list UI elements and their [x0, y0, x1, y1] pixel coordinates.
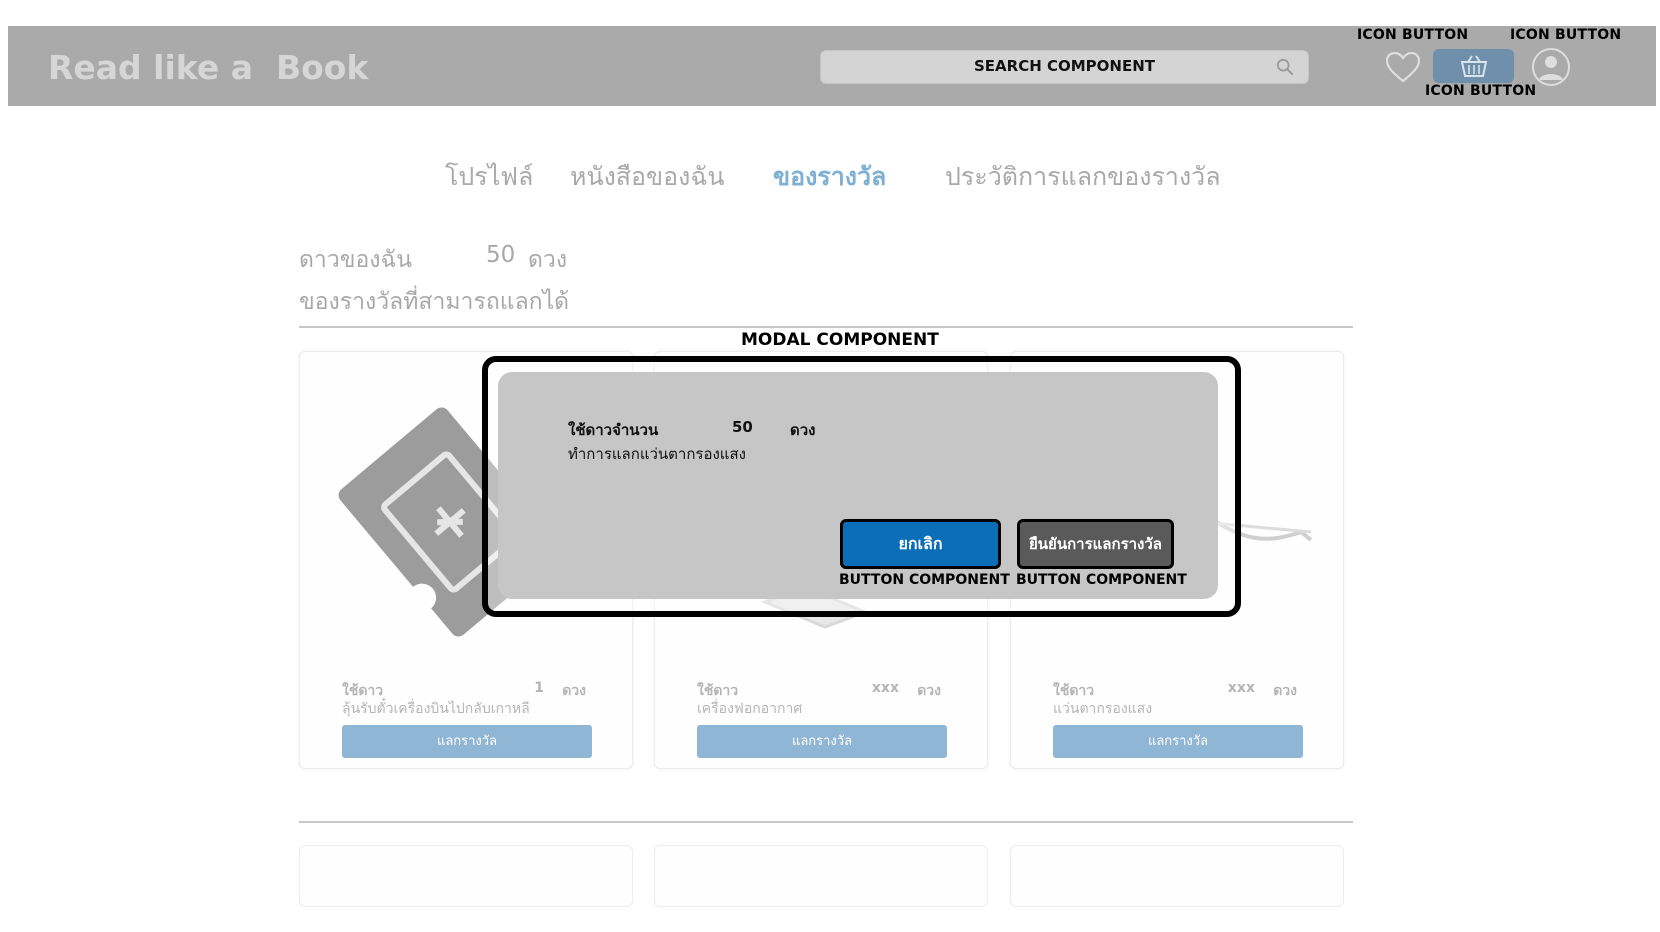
section-divider [299, 821, 1353, 823]
tab-rewards[interactable]: ของรางวัล [773, 157, 886, 197]
card-reward-name: แว่นตากรองแสง [1053, 701, 1153, 717]
card-star-unit: ดวง [562, 683, 586, 699]
page-frame: Read like a Book SEARCH COMPONENT ICON B… [8, 26, 1656, 916]
icon-button-annotation-right: ICON BUTTON [1510, 27, 1622, 43]
modal-use-label: ใช้ดาวจำนวน [568, 421, 659, 439]
icon-button-annotation-left: ICON BUTTON [1357, 27, 1469, 43]
my-stars-unit: ดวง [528, 247, 568, 273]
redeem-button[interactable]: แลกรางวัล [342, 725, 592, 758]
redeem-button[interactable]: แลกรางวัล [1053, 725, 1303, 758]
tab-redeem-history[interactable]: ประวัติการแลกของรางวัล [945, 157, 1221, 197]
section-divider [299, 326, 1353, 328]
card-star-unit: ดวง [917, 683, 941, 699]
reward-card [299, 845, 633, 907]
redeem-button[interactable]: แลกรางวัล [697, 725, 947, 758]
icon-button-annotation-center: ICON BUTTON [1425, 83, 1537, 99]
my-stars-count: 50 [486, 242, 516, 268]
card-star-qty: xxx [871, 680, 899, 696]
search-icon[interactable] [1276, 58, 1294, 76]
brand-logo[interactable]: Read like a Book [48, 48, 368, 87]
user-icon[interactable] [1531, 47, 1571, 87]
cancel-button[interactable]: ยกเลิก [840, 519, 1001, 569]
heart-icon[interactable] [1384, 50, 1422, 84]
button-annotation-cancel: BUTTON COMPONENT [839, 572, 1010, 588]
basket-button[interactable] [1433, 49, 1514, 83]
modal-star-unit: ดวง [790, 421, 816, 439]
modal-description: ทำการแลกแว่นตากรองแสง [568, 445, 746, 463]
basket-icon [1460, 55, 1488, 77]
card-star-unit: ดวง [1273, 683, 1297, 699]
tab-profile[interactable]: โปรไฟล์ [445, 157, 533, 197]
rewards-section-title: ของรางวัลที่สามารถแลกได้ [299, 289, 570, 315]
card-star-qty: 1 [534, 680, 544, 696]
tab-my-books[interactable]: หนังสือของฉัน [570, 157, 724, 197]
modal-annotation: MODAL COMPONENT [741, 330, 939, 350]
card-reward-name: เครื่องฟอกอากาศ [697, 701, 803, 717]
card-reward-name: ลุ้นรับตั๋วเครื่องบินไปกลับเกาหลี [342, 701, 530, 717]
redeem-confirm-modal: ใช้ดาวจำนวน 50 ดวง ทำการแลกแว่นตากรองแสง… [498, 372, 1218, 599]
modal-star-qty: 50 [732, 418, 753, 436]
search-placeholder: SEARCH COMPONENT [973, 57, 1155, 75]
reward-card [1010, 845, 1344, 907]
search-input[interactable]: SEARCH COMPONENT [820, 50, 1309, 84]
reward-card [654, 845, 988, 907]
confirm-redeem-button[interactable]: ยืนยันการแลกรางวัล [1017, 519, 1174, 569]
my-stars-label: ดาวของฉัน [299, 247, 412, 273]
button-annotation-confirm: BUTTON COMPONENT [1016, 572, 1187, 588]
card-star-qty: xxx [1227, 680, 1255, 696]
